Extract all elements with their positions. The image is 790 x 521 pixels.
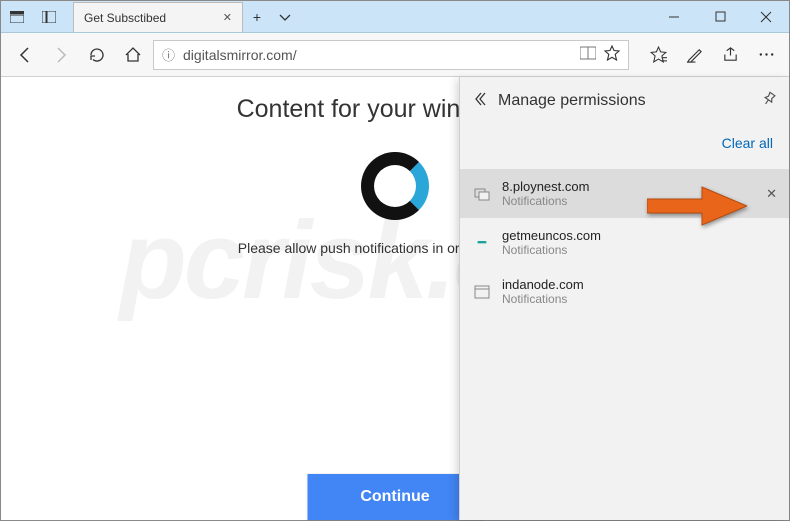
clear-all-row: Clear all (460, 125, 789, 169)
permission-item[interactable]: 8.ploynest.com Notifications ✕ (460, 169, 789, 218)
permission-item[interactable]: ━ getmeuncos.com Notifications (460, 218, 789, 267)
permission-text: indanode.com Notifications (502, 277, 777, 306)
maximize-button[interactable] (697, 1, 743, 32)
pin-icon[interactable] (761, 91, 777, 112)
permission-type: Notifications (502, 292, 777, 306)
permissions-list: 8.ploynest.com Notifications ✕ ━ getmeun… (460, 169, 789, 316)
site-icon (472, 184, 492, 204)
refresh-button[interactable] (81, 39, 113, 71)
permission-site: 8.ploynest.com (502, 179, 756, 194)
continue-button[interactable]: Continue (308, 474, 483, 520)
titlebar-left-icons (1, 1, 65, 32)
tab-dropdown-icon[interactable] (271, 2, 299, 32)
favorite-icon[interactable] (604, 45, 620, 64)
permission-site: getmeuncos.com (502, 228, 777, 243)
permission-type: Notifications (502, 194, 756, 208)
permission-site: indanode.com (502, 277, 777, 292)
permissions-panel: Manage permissions Clear all 8.ploynest.… (459, 77, 789, 520)
clear-all-link[interactable]: Clear all (722, 135, 773, 151)
set-aside-tabs-button[interactable] (33, 1, 65, 32)
site-icon: ━ (472, 233, 492, 253)
close-tab-icon[interactable]: ✕ (223, 11, 232, 24)
loading-spinner-icon (361, 152, 429, 220)
url-text: digitalsmirror.com/ (183, 47, 572, 63)
permission-item[interactable]: indanode.com Notifications (460, 267, 789, 316)
tab-title: Get Subsctibed (84, 11, 223, 25)
panel-back-icon[interactable] (472, 91, 488, 112)
close-window-button[interactable] (743, 1, 789, 32)
permission-text: getmeuncos.com Notifications (502, 228, 777, 257)
site-info-icon[interactable]: ⓘ (162, 45, 175, 64)
minimize-button[interactable] (651, 1, 697, 32)
panel-header: Manage permissions (460, 77, 789, 125)
new-tab-button[interactable]: + (243, 2, 271, 32)
forward-button[interactable] (45, 39, 77, 71)
tabs-thumbnail-button[interactable] (1, 1, 33, 32)
permission-text: 8.ploynest.com Notifications (502, 179, 756, 208)
share-icon[interactable] (715, 39, 745, 71)
more-icon[interactable] (751, 39, 781, 71)
home-button[interactable] (117, 39, 149, 71)
remove-permission-icon[interactable]: ✕ (766, 186, 777, 202)
toolbar-right (643, 39, 781, 71)
back-button[interactable] (9, 39, 41, 71)
favorites-list-icon[interactable] (643, 39, 673, 71)
site-icon (472, 282, 492, 302)
browser-tab[interactable]: Get Subsctibed ✕ (73, 2, 243, 32)
tab-strip: Get Subsctibed ✕ + (65, 1, 651, 32)
addressbar: ⓘ digitalsmirror.com/ (1, 33, 789, 77)
titlebar: Get Subsctibed ✕ + (1, 1, 789, 33)
window-controls (651, 1, 789, 32)
panel-title: Manage permissions (498, 92, 751, 110)
url-input[interactable]: ⓘ digitalsmirror.com/ (153, 40, 629, 70)
permission-type: Notifications (502, 243, 777, 257)
notes-icon[interactable] (679, 39, 709, 71)
reading-view-icon[interactable] (580, 46, 596, 63)
